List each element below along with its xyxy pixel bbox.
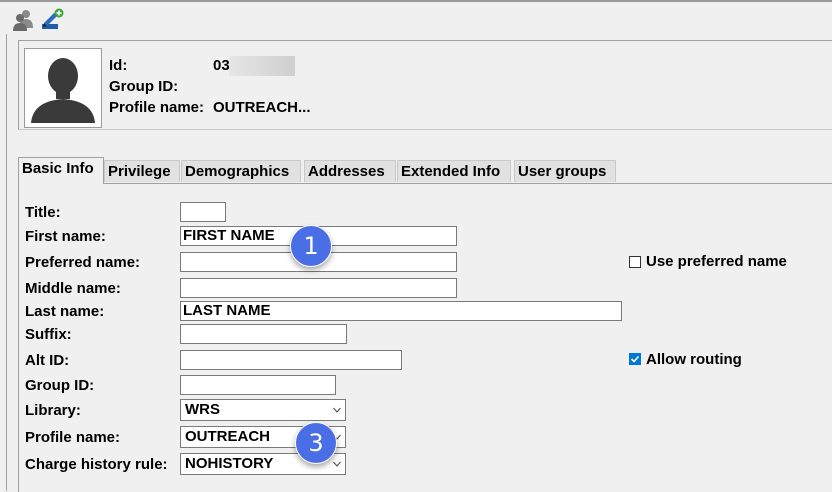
charge-history-rule-label: Charge history rule:: [25, 456, 168, 473]
alt-id-label: Alt ID:: [25, 352, 70, 369]
checkmark-icon: [630, 355, 640, 363]
preferred-name-label: Preferred name:: [25, 254, 141, 271]
tab-extended-info[interactable]: Extended Info: [397, 160, 511, 182]
last-name-label: Last name:: [25, 303, 105, 320]
middle-name-input[interactable]: [180, 278, 457, 298]
tab-demographics[interactable]: Demographics: [181, 160, 301, 182]
use-preferred-name-label[interactable]: Use preferred name: [646, 253, 787, 270]
alt-id-input[interactable]: [180, 350, 402, 370]
toolbar: [0, 2, 832, 34]
tab-basic-info[interactable]: Basic Info: [18, 157, 104, 184]
users-icon[interactable]: [12, 8, 36, 32]
profile-name-value: OUTREACH...: [213, 99, 311, 116]
id-value: 03: [213, 57, 230, 74]
first-name-label: First name:: [25, 228, 106, 245]
group-id-label: Group ID:: [109, 78, 179, 95]
callout-badge-1: 1: [290, 225, 332, 267]
profile-name-field-label: Profile name:: [25, 429, 121, 446]
callout-badge-3: 3: [295, 422, 337, 464]
profile-name-label: Profile name:: [109, 99, 205, 116]
suffix-input[interactable]: [180, 324, 347, 344]
middle-name-label: Middle name:: [25, 280, 121, 297]
use-preferred-name-checkbox[interactable]: [629, 256, 641, 268]
last-name-input[interactable]: LAST NAME: [180, 301, 622, 321]
chevron-down-icon: [333, 461, 341, 467]
redacted-id-block: [229, 56, 295, 76]
tab-addresses[interactable]: Addresses: [304, 160, 396, 182]
charge-history-rule-value: NOHISTORY: [185, 455, 274, 472]
profile-name-select-value: OUTREACH: [185, 428, 270, 445]
library-label: Library:: [25, 402, 81, 419]
left-frame-border: [6, 34, 7, 491]
group-id-input[interactable]: [180, 375, 336, 395]
suffix-label: Suffix:: [25, 326, 72, 343]
edit-user-icon[interactable]: [40, 8, 64, 32]
group-id-field-label: Group ID:: [25, 377, 95, 394]
title-input[interactable]: [180, 202, 226, 222]
id-label: Id:: [109, 57, 128, 74]
user-silhouette-icon: [31, 58, 95, 123]
allow-routing-checkbox[interactable]: [629, 353, 641, 365]
avatar: [24, 48, 102, 128]
chevron-down-icon: [333, 407, 341, 413]
tab-privilege[interactable]: Privilege: [104, 160, 180, 182]
title-label: Title:: [25, 204, 61, 221]
allow-routing-label[interactable]: Allow routing: [646, 351, 742, 368]
library-value: WRS: [185, 401, 220, 418]
tab-user-groups[interactable]: User groups: [514, 160, 616, 182]
library-select[interactable]: WRS: [180, 399, 346, 421]
